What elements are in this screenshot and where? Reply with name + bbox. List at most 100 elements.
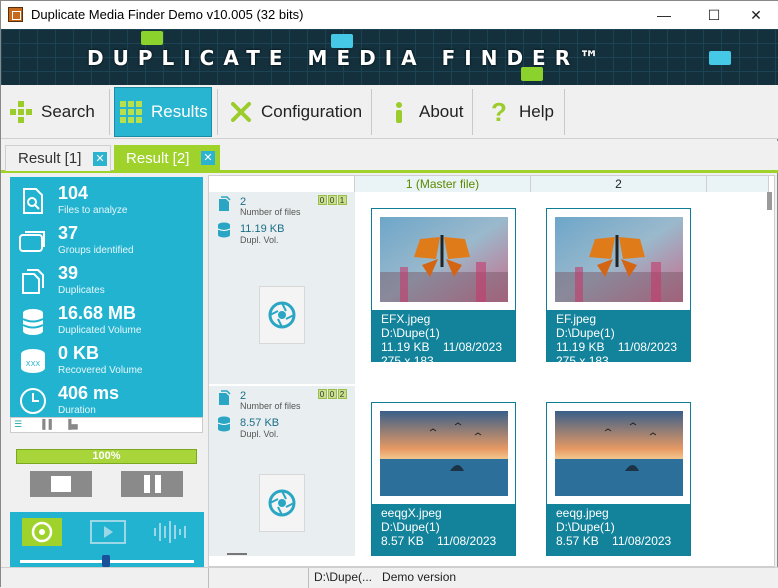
- audio-filter-button[interactable]: [150, 518, 190, 546]
- tab-label: Result [2]: [126, 149, 190, 167]
- list-view-icon[interactable]: ☰: [14, 419, 22, 430]
- stat-groups: 37 Groups identified: [10, 222, 203, 262]
- search-icon: [9, 100, 33, 124]
- clock-icon: [20, 388, 46, 414]
- file-folder: D:\Dupe(1): [381, 326, 440, 340]
- pause-icon: [143, 475, 161, 493]
- file-size-date: 8.57 KB 11/08/2023: [556, 534, 690, 548]
- butterfly-thumbnail: [380, 217, 508, 302]
- column-header-group: [209, 176, 355, 192]
- file-meta: EFX.jpeg D:\Dupe(1) 11.19 KB 11/08/2023 …: [372, 310, 515, 368]
- file-card[interactable]: eeqg.jpeg D:\Dupe(1) 8.57 KB 11/08/2023: [546, 402, 691, 556]
- database-icon: [22, 309, 44, 335]
- status-empty: [208, 568, 308, 588]
- file-name: EFX.jpeg: [381, 312, 431, 326]
- group-id-tag: 002: [318, 389, 348, 399]
- group-volume: 8.57 KB: [240, 417, 280, 429]
- file-name: eeqg.jpeg: [556, 506, 609, 520]
- stat-value: 39: [58, 263, 79, 283]
- close-button[interactable]: ✕: [733, 1, 778, 29]
- help-icon: ?: [491, 96, 507, 127]
- configuration-button[interactable]: Configuration: [229, 87, 367, 137]
- about-label: About: [419, 102, 464, 121]
- stat-value: 406 ms: [58, 383, 120, 403]
- file-size: 8.57 KB: [556, 534, 599, 548]
- results-grid-icon: [119, 100, 143, 124]
- group-id-digit: 0: [328, 389, 337, 399]
- file-name: EF.jpeg: [556, 312, 597, 326]
- toolbar-separator: [564, 89, 565, 135]
- stop-button[interactable]: [30, 471, 92, 497]
- results-button[interactable]: Results: [114, 87, 212, 137]
- stat-files: 104 Files to analyze: [10, 182, 203, 222]
- similarity-slider-thumb[interactable]: [102, 555, 110, 567]
- image-file-icon: [259, 474, 305, 532]
- file-meta: EF.jpeg D:\Dupe(1) 11.19 KB 11/08/2023 2…: [547, 310, 690, 368]
- tools-icon: [229, 100, 253, 124]
- tab-result-2[interactable]: Result [2] ✕: [114, 145, 220, 171]
- file-date: 11/08/2023: [612, 534, 672, 548]
- file-dimensions: 275 x 183: [381, 354, 434, 368]
- groups-icon: [19, 231, 45, 252]
- about-button[interactable]: About: [387, 87, 467, 137]
- group-id-digit: 0: [328, 195, 337, 205]
- configuration-label: Configuration: [261, 102, 363, 121]
- status-path: D:\Dupe(... Demo version: [308, 568, 608, 588]
- audio-waveform-icon: [154, 521, 186, 543]
- file-size-date: 8.57 KB 11/08/2023: [381, 534, 515, 548]
- toolbar-separator: [217, 89, 218, 135]
- minimize-button[interactable]: —: [641, 1, 687, 29]
- media-type-panel: [10, 512, 204, 572]
- maximize-button[interactable]: ☐: [691, 1, 737, 29]
- svg-text:XXX: XXX: [26, 360, 41, 368]
- tab-result-1[interactable]: Result [1] ✕: [5, 145, 111, 171]
- group-volume-label: Dupl. Vol.: [240, 429, 279, 439]
- stat-value: 16.68 MB: [58, 303, 137, 323]
- file-folder: D:\Dupe(1): [556, 520, 615, 534]
- group-id-digit: 0: [318, 195, 327, 205]
- info-icon: [387, 100, 411, 124]
- group-id-tag: 001: [318, 195, 348, 205]
- stat-duplicates: 39 Duplicates: [10, 262, 203, 302]
- image-filter-button[interactable]: [22, 518, 62, 546]
- file-name: eeqgX.jpeg: [381, 506, 442, 520]
- camera-aperture-icon: [31, 521, 53, 543]
- image-file-icon: [259, 286, 305, 344]
- close-tab-icon[interactable]: ✕: [201, 151, 215, 165]
- search-file-icon: [23, 188, 43, 214]
- search-label: Search: [41, 102, 95, 121]
- vertical-scrollbar-thumb[interactable]: [767, 192, 772, 210]
- column-header-master[interactable]: 1 (Master file): [355, 176, 531, 192]
- app-icon: [8, 7, 23, 22]
- file-card[interactable]: EF.jpeg D:\Dupe(1) 11.19 KB 11/08/2023 2…: [546, 208, 691, 368]
- bar-chart-icon[interactable]: ▐▐: [39, 419, 52, 429]
- horizontal-scroll-handle[interactable]: [227, 553, 247, 555]
- file-folder: D:\Dupe(1): [381, 520, 440, 534]
- file-card[interactable]: EFX.jpeg D:\Dupe(1) 11.19 KB 11/08/2023 …: [371, 208, 516, 368]
- help-button[interactable]: ? Help: [487, 87, 559, 137]
- file-size-date: 11.19 KB 11/08/2023: [556, 340, 690, 354]
- search-button[interactable]: Search: [9, 87, 105, 137]
- seascape-thumbnail: [555, 411, 683, 496]
- stat-value: 37: [58, 223, 79, 243]
- column-header-2[interactable]: 2: [531, 176, 707, 192]
- pause-button[interactable]: [121, 471, 183, 497]
- banner-square: [141, 31, 163, 45]
- help-label: Help: [519, 102, 554, 121]
- stat-recovered-volume: XXX 0 KB Recovered Volume: [10, 342, 203, 382]
- close-tab-icon[interactable]: ✕: [93, 152, 107, 166]
- file-folder: D:\Dupe(1): [556, 326, 615, 340]
- stats-view-tabs: ☰ ▐▐ ▐▄: [10, 417, 203, 433]
- file-size-date: 11.19 KB 11/08/2023: [381, 340, 515, 354]
- database-icon: [217, 416, 231, 432]
- file-card[interactable]: eeqgX.jpeg D:\Dupe(1) 8.57 KB 11/08/2023: [371, 402, 516, 556]
- column-header-empty: [707, 176, 769, 192]
- seascape-thumbnail: [380, 411, 508, 496]
- video-filter-button[interactable]: [88, 518, 128, 546]
- stat-duration: 406 ms Duration: [10, 382, 203, 422]
- chart-icon[interactable]: ▐▄: [65, 419, 78, 429]
- files-icon: [219, 390, 231, 405]
- stat-label: Recovered Volume: [58, 365, 143, 376]
- status-bar: D:\Dupe(... Demo version: [1, 567, 778, 588]
- group-info-2: 2 Number of files 002 8.57 KB Dupl. Vol.: [209, 386, 355, 556]
